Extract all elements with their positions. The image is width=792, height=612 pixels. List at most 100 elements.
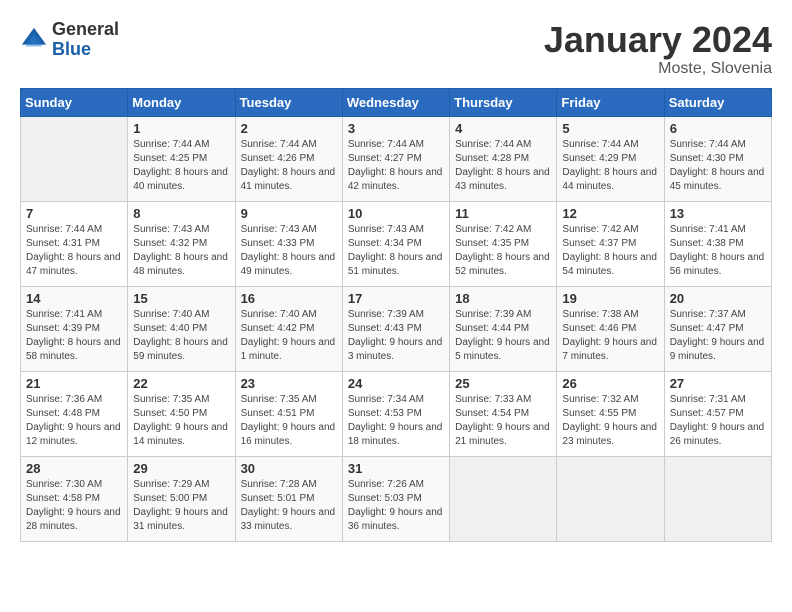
calendar-cell: 25 Sunrise: 7:33 AMSunset: 4:54 PMDayligh… [450, 371, 557, 456]
day-number: 20 [670, 291, 766, 306]
week-row-3: 14 Sunrise: 7:41 AMSunset: 4:39 PMDayligh… [21, 286, 772, 371]
calendar-cell: 7Sunrise: 7:44 AMSunset: 4:31 PMDaylight… [21, 201, 128, 286]
calendar-cell: 1 Sunrise: 7:44 AMSunset: 4:25 PMDaylight… [128, 116, 235, 201]
day-number: 8 [133, 206, 229, 221]
calendar-body: 1 Sunrise: 7:44 AMSunset: 4:25 PMDaylight… [21, 116, 772, 541]
day-info: Sunrise: 7:38 AMSunset: 4:46 PMDaylight:… [562, 308, 658, 364]
calendar-cell [557, 456, 664, 541]
day-number: 13 [670, 206, 766, 221]
calendar-cell: 29 Sunrise: 7:29 AMSunset: 5:00 PMDayligh… [128, 456, 235, 541]
logo-general-text: General [52, 20, 119, 40]
day-info: Sunrise: 7:44 AMSunset: 4:27 PMDaylight:… [348, 138, 444, 194]
day-number: 9 [241, 206, 337, 221]
day-number: 27 [670, 376, 766, 391]
day-number: 15 [133, 291, 229, 306]
day-info: Sunrise: 7:28 AMSunset: 5:01 PMDaylight:… [241, 478, 337, 534]
calendar-cell: 6 Sunrise: 7:44 AMSunset: 4:30 PMDaylight… [664, 116, 771, 201]
calendar-cell: 13 Sunrise: 7:41 AMSunset: 4:38 PMDayligh… [664, 201, 771, 286]
day-number: 25 [455, 376, 551, 391]
title-block: January 2024 Moste, Slovenia [544, 20, 772, 78]
calendar-cell: 2 Sunrise: 7:44 AMSunset: 4:26 PMDaylight… [235, 116, 342, 201]
calendar-table: SundayMondayTuesdayWednesdayThursdayFrid… [20, 88, 772, 542]
weekday-header-thursday: Thursday [450, 88, 557, 116]
day-info: Sunrise: 7:29 AMSunset: 5:00 PMDaylight:… [133, 478, 229, 534]
calendar-cell: 5Sunrise: 7:44 AMSunset: 4:29 PMDaylight… [557, 116, 664, 201]
day-info: Sunrise: 7:40 AMSunset: 4:40 PMDaylight:… [133, 308, 229, 364]
calendar-cell: 30 Sunrise: 7:28 AMSunset: 5:01 PMDayligh… [235, 456, 342, 541]
day-number: 23 [241, 376, 337, 391]
day-number: 6 [670, 121, 766, 136]
logo-blue-text: Blue [52, 40, 119, 60]
weekday-header-friday: Friday [557, 88, 664, 116]
day-number: 19 [562, 291, 658, 306]
day-info: Sunrise: 7:44 AMSunset: 4:30 PMDaylight:… [670, 138, 766, 194]
day-number: 21 [26, 376, 122, 391]
calendar-cell: 19 Sunrise: 7:38 AMSunset: 4:46 PMDayligh… [557, 286, 664, 371]
week-row-4: 21 Sunrise: 7:36 AMSunset: 4:48 PMDayligh… [21, 371, 772, 456]
calendar-cell: 15 Sunrise: 7:40 AMSunset: 4:40 PMDayligh… [128, 286, 235, 371]
weekday-header-sunday: Sunday [21, 88, 128, 116]
day-info: Sunrise: 7:36 AMSunset: 4:48 PMDaylight:… [26, 393, 122, 449]
calendar-cell: 20Sunrise: 7:37 AMSunset: 4:47 PMDayligh… [664, 286, 771, 371]
calendar-cell: 4 Sunrise: 7:44 AMSunset: 4:28 PMDaylight… [450, 116, 557, 201]
day-info: Sunrise: 7:31 AMSunset: 4:57 PMDaylight:… [670, 393, 766, 449]
day-info: Sunrise: 7:32 AMSunset: 4:55 PMDaylight:… [562, 393, 658, 449]
weekday-header-wednesday: Wednesday [342, 88, 449, 116]
calendar-header: SundayMondayTuesdayWednesdayThursdayFrid… [21, 88, 772, 116]
calendar-cell: 27 Sunrise: 7:31 AMSunset: 4:57 PMDayligh… [664, 371, 771, 456]
calendar-title: January 2024 [544, 20, 772, 60]
calendar-cell: 26 Sunrise: 7:32 AMSunset: 4:55 PMDayligh… [557, 371, 664, 456]
day-number: 11 [455, 206, 551, 221]
calendar-cell: 16Sunrise: 7:40 AMSunset: 4:42 PMDayligh… [235, 286, 342, 371]
day-info: Sunrise: 7:43 AMSunset: 4:33 PMDaylight:… [241, 223, 337, 279]
day-info: Sunrise: 7:42 AMSunset: 4:37 PMDaylight:… [562, 223, 658, 279]
day-info: Sunrise: 7:44 AMSunset: 4:26 PMDaylight:… [241, 138, 337, 194]
weekday-header-saturday: Saturday [664, 88, 771, 116]
calendar-cell: 11 Sunrise: 7:42 AMSunset: 4:35 PMDayligh… [450, 201, 557, 286]
day-number: 1 [133, 121, 229, 136]
day-number: 10 [348, 206, 444, 221]
day-info: Sunrise: 7:33 AMSunset: 4:54 PMDaylight:… [455, 393, 551, 449]
week-row-1: 1 Sunrise: 7:44 AMSunset: 4:25 PMDaylight… [21, 116, 772, 201]
day-info: Sunrise: 7:41 AMSunset: 4:39 PMDaylight:… [26, 308, 122, 364]
day-info: Sunrise: 7:42 AMSunset: 4:35 PMDaylight:… [455, 223, 551, 279]
day-info: Sunrise: 7:44 AMSunset: 4:31 PMDaylight:… [26, 223, 122, 279]
day-number: 16 [241, 291, 337, 306]
day-info: Sunrise: 7:41 AMSunset: 4:38 PMDaylight:… [670, 223, 766, 279]
weekday-row: SundayMondayTuesdayWednesdayThursdayFrid… [21, 88, 772, 116]
calendar-cell: 23 Sunrise: 7:35 AMSunset: 4:51 PMDayligh… [235, 371, 342, 456]
day-number: 12 [562, 206, 658, 221]
day-number: 14 [26, 291, 122, 306]
day-info: Sunrise: 7:39 AMSunset: 4:44 PMDaylight:… [455, 308, 551, 364]
day-number: 17 [348, 291, 444, 306]
day-info: Sunrise: 7:34 AMSunset: 4:53 PMDaylight:… [348, 393, 444, 449]
day-number: 29 [133, 461, 229, 476]
weekday-header-tuesday: Tuesday [235, 88, 342, 116]
calendar-subtitle: Moste, Slovenia [544, 60, 772, 78]
day-info: Sunrise: 7:26 AMSunset: 5:03 PMDaylight:… [348, 478, 444, 534]
weekday-header-monday: Monday [128, 88, 235, 116]
logo-icon [20, 26, 48, 54]
calendar-cell: 9 Sunrise: 7:43 AMSunset: 4:33 PMDaylight… [235, 201, 342, 286]
day-number: 30 [241, 461, 337, 476]
day-number: 3 [348, 121, 444, 136]
calendar-cell: 24Sunrise: 7:34 AMSunset: 4:53 PMDayligh… [342, 371, 449, 456]
day-info: Sunrise: 7:44 AMSunset: 4:28 PMDaylight:… [455, 138, 551, 194]
day-info: Sunrise: 7:44 AMSunset: 4:25 PMDaylight:… [133, 138, 229, 194]
week-row-2: 7Sunrise: 7:44 AMSunset: 4:31 PMDaylight… [21, 201, 772, 286]
day-number: 26 [562, 376, 658, 391]
day-info: Sunrise: 7:44 AMSunset: 4:29 PMDaylight:… [562, 138, 658, 194]
day-number: 18 [455, 291, 551, 306]
day-number: 31 [348, 461, 444, 476]
calendar-cell: 18 Sunrise: 7:39 AMSunset: 4:44 PMDayligh… [450, 286, 557, 371]
day-info: Sunrise: 7:39 AMSunset: 4:43 PMDaylight:… [348, 308, 444, 364]
logo-text: General Blue [52, 20, 119, 60]
calendar-cell: 10Sunrise: 7:43 AMSunset: 4:34 PMDayligh… [342, 201, 449, 286]
day-info: Sunrise: 7:35 AMSunset: 4:51 PMDaylight:… [241, 393, 337, 449]
day-info: Sunrise: 7:30 AMSunset: 4:58 PMDaylight:… [26, 478, 122, 534]
week-row-5: 28Sunrise: 7:30 AMSunset: 4:58 PMDayligh… [21, 456, 772, 541]
day-number: 2 [241, 121, 337, 136]
calendar-cell: 31 Sunrise: 7:26 AMSunset: 5:03 PMDayligh… [342, 456, 449, 541]
logo: General Blue [20, 20, 119, 60]
day-number: 4 [455, 121, 551, 136]
